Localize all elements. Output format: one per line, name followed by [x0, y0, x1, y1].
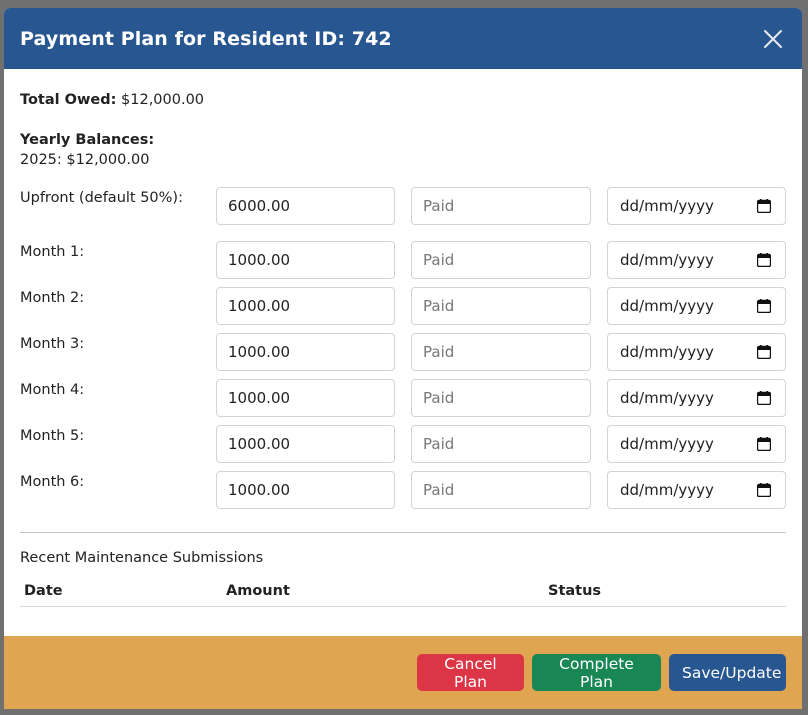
paid-input[interactable] — [411, 379, 591, 417]
modal-title: Payment Plan for Resident ID: 742 — [20, 27, 392, 50]
complete-plan-button[interactable]: Complete Plan — [532, 654, 661, 691]
date-input[interactable]: dd/mm/yyyy — [607, 287, 786, 325]
maintenance-title: Recent Maintenance Submissions — [20, 550, 264, 566]
payment-row-month-2: Month 2: dd/mm/yyyy — [20, 287, 786, 333]
date-placeholder: dd/mm/yyyy — [620, 197, 714, 215]
maintenance-header-row: Date Amount Status — [20, 577, 786, 607]
payment-rows: Upfront (default 50%):dd/mm/yyyyMonth 1:… — [20, 187, 786, 517]
calendar-icon[interactable] — [757, 437, 771, 451]
calendar-icon[interactable] — [757, 345, 771, 359]
payment-label: Month 6: — [20, 474, 85, 490]
date-placeholder: dd/mm/yyyy — [620, 251, 714, 269]
paid-input[interactable] — [411, 425, 591, 463]
divider — [20, 532, 786, 533]
amount-input[interactable] — [216, 333, 395, 371]
date-input[interactable]: dd/mm/yyyy — [607, 333, 786, 371]
date-input[interactable]: dd/mm/yyyy — [607, 379, 786, 417]
column-header-amount: Amount — [222, 577, 544, 607]
paid-input[interactable] — [411, 241, 591, 279]
close-button[interactable] — [760, 26, 786, 52]
modal-footer: Cancel Plan Complete Plan Save/Update — [4, 636, 802, 709]
total-owed: Total Owed: $12,000.00 — [20, 90, 786, 110]
date-placeholder: dd/mm/yyyy — [620, 481, 714, 499]
calendar-icon[interactable] — [757, 483, 771, 497]
calendar-icon[interactable] — [757, 199, 771, 213]
date-input[interactable]: dd/mm/yyyy — [607, 187, 786, 225]
date-input[interactable]: dd/mm/yyyy — [607, 425, 786, 463]
paid-input[interactable] — [411, 333, 591, 371]
close-icon — [764, 29, 782, 48]
cancel-plan-button[interactable]: Cancel Plan — [417, 654, 524, 691]
payment-row-upfront: Upfront (default 50%): dd/mm/yyyy — [20, 187, 786, 241]
payment-label: Month 3: — [20, 336, 85, 352]
column-header-status: Status — [544, 577, 786, 607]
amount-input[interactable] — [216, 187, 395, 225]
payment-row-month-6: Month 6: dd/mm/yyyy — [20, 471, 786, 517]
payment-label: Month 2: — [20, 290, 85, 306]
calendar-icon[interactable] — [757, 299, 771, 313]
calendar-icon[interactable] — [757, 253, 771, 267]
amount-input[interactable] — [216, 379, 395, 417]
yearly-balance-item: 2025: $12,000.00 — [20, 152, 150, 168]
payment-label: Month 5: — [20, 428, 85, 444]
modal-header: Payment Plan for Resident ID: 742 — [4, 8, 802, 69]
payment-label: Upfront (default 50%): — [20, 190, 183, 206]
payment-plan-modal: Payment Plan for Resident ID: 742 Total … — [4, 8, 802, 636]
date-placeholder: dd/mm/yyyy — [620, 435, 714, 453]
save-update-button[interactable]: Save/Update — [669, 654, 786, 691]
paid-input[interactable] — [411, 287, 591, 325]
total-owed-label: Total Owed: — [20, 92, 117, 108]
payment-label: Month 1: — [20, 244, 85, 260]
payment-row-month-4: Month 4: dd/mm/yyyy — [20, 379, 786, 425]
payment-label: Month 4: — [20, 382, 85, 398]
amount-input[interactable] — [216, 425, 395, 463]
total-owed-value: $12,000.00 — [121, 92, 205, 108]
maintenance-table: Date Amount Status — [20, 577, 786, 607]
amount-input[interactable] — [216, 287, 395, 325]
paid-input[interactable] — [411, 471, 591, 509]
yearly-balances-title: Yearly Balances: — [20, 132, 155, 148]
amount-input[interactable] — [216, 241, 395, 279]
date-placeholder: dd/mm/yyyy — [620, 297, 714, 315]
date-placeholder: dd/mm/yyyy — [620, 343, 714, 361]
payment-row-month-5: Month 5: dd/mm/yyyy — [20, 425, 786, 471]
date-input[interactable]: dd/mm/yyyy — [607, 241, 786, 279]
column-header-date: Date — [20, 577, 222, 607]
payment-row-month-1: Month 1: dd/mm/yyyy — [20, 241, 786, 287]
date-input[interactable]: dd/mm/yyyy — [607, 471, 786, 509]
payment-row-month-3: Month 3: dd/mm/yyyy — [20, 333, 786, 379]
calendar-icon[interactable] — [757, 391, 771, 405]
modal-body: Total Owed: $12,000.00 Yearly Balances: … — [4, 69, 802, 607]
amount-input[interactable] — [216, 471, 395, 509]
paid-input[interactable] — [411, 187, 591, 225]
date-placeholder: dd/mm/yyyy — [620, 389, 714, 407]
